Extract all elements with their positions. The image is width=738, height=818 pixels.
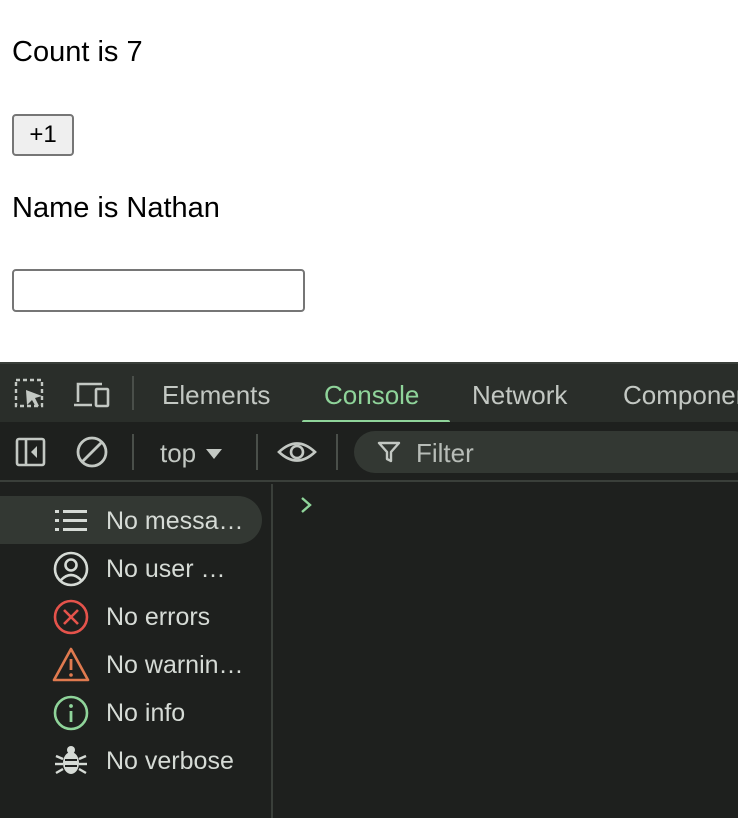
tab-components[interactable]: Components	[623, 364, 738, 422]
sidebar-item-label: No user …	[106, 555, 226, 583]
live-expression-icon[interactable]	[276, 434, 318, 470]
context-select-value: top	[160, 438, 197, 468]
devtools-tabbar: Elements Console Network Components	[0, 362, 738, 424]
warning-icon	[52, 646, 90, 684]
sidebar-toggle-icon[interactable]	[14, 435, 48, 469]
sidebar-item-label: No errors	[106, 603, 211, 631]
context-select[interactable]: top	[160, 422, 223, 480]
error-icon	[52, 598, 90, 636]
sidebar-item-verbose[interactable]: No verbose	[0, 736, 262, 784]
toolbar-separator-2	[256, 434, 258, 470]
device-toolbar-icon[interactable]	[72, 376, 112, 412]
toolbar-separator	[132, 434, 134, 470]
console-sidebar: No messa… No user … No errors No warnin……	[0, 484, 273, 818]
app-page: Count is 7 +1 Name is Nathan	[0, 0, 738, 362]
sidebar-item-label: No messa…	[106, 507, 244, 535]
increment-button[interactable]: +1	[12, 114, 74, 156]
tab-elements[interactable]: Elements	[162, 364, 270, 422]
sidebar-item-user-messages[interactable]: No user …	[0, 544, 262, 592]
devtools-panel: Elements Console Network Components top	[0, 362, 738, 818]
count-text: Count is 7	[12, 36, 143, 68]
console-output[interactable]	[273, 484, 738, 818]
console-toolbar: top Filter	[0, 422, 738, 482]
tab-network[interactable]: Network	[472, 364, 567, 422]
toolbar-separator-3	[336, 434, 338, 470]
sidebar-item-warnings[interactable]: No warnin…	[0, 640, 262, 688]
tab-console[interactable]: Console	[324, 364, 419, 422]
filter-icon	[376, 439, 402, 465]
sidebar-item-label: No verbose	[106, 747, 234, 775]
name-input[interactable]	[12, 269, 305, 312]
sidebar-item-errors[interactable]: No errors	[0, 592, 262, 640]
tabbar-separator	[132, 376, 134, 410]
sidebar-item-label: No info	[106, 699, 186, 727]
sidebar-item-messages[interactable]: No messa…	[0, 496, 262, 544]
dropdown-arrow-icon	[206, 449, 223, 459]
user-icon	[52, 550, 90, 588]
filter-placeholder: Filter	[416, 438, 474, 468]
inspect-element-icon[interactable]	[12, 376, 48, 412]
sidebar-item-label: No warnin…	[106, 651, 244, 679]
console-prompt-icon	[299, 494, 313, 516]
sidebar-item-info[interactable]: No info	[0, 688, 262, 736]
bug-icon	[52, 742, 90, 780]
name-text: Name is Nathan	[12, 192, 220, 224]
clear-console-icon[interactable]	[74, 434, 110, 470]
info-icon	[52, 694, 90, 732]
filter-input[interactable]: Filter	[354, 431, 738, 473]
list-icon	[52, 502, 90, 540]
